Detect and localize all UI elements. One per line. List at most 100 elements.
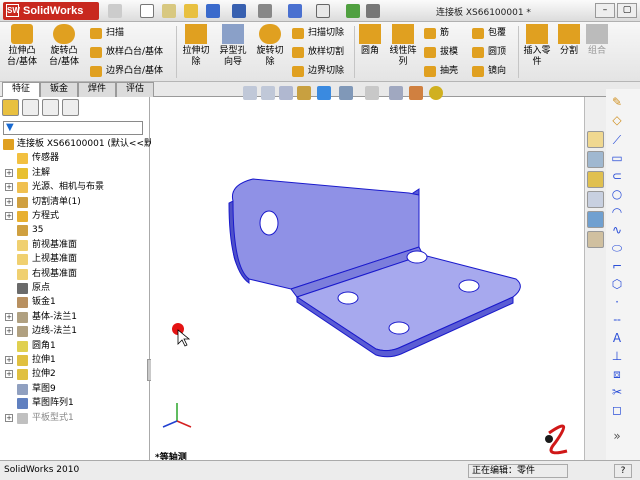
options-icon[interactable] (366, 4, 380, 18)
tree-item-label: 草图阵列1 (32, 398, 74, 409)
custom-properties-icon[interactable] (587, 231, 604, 248)
rib-button[interactable]: 筋 (424, 27, 449, 40)
slot-icon[interactable]: ⊂ (610, 169, 624, 183)
line-icon[interactable]: ⟋ (610, 133, 624, 147)
point-icon[interactable]: · (610, 295, 624, 309)
combine-button[interactable]: 组合 (584, 24, 610, 57)
offset-icon[interactable]: ⧈ (610, 367, 624, 381)
tab-sheet-metal[interactable]: 钣金 (40, 82, 78, 97)
boundary-boss-button[interactable]: 边界凸台/基体 (90, 65, 163, 78)
select-pointer-icon[interactable] (316, 4, 330, 18)
command-manager: 拉伸凸 台/基体 旋转凸 台/基体 扫描 放样凸台/基体 边界凸台/基体 拉伸切… (0, 22, 640, 82)
appearances-icon[interactable] (587, 211, 604, 228)
polygon-icon[interactable]: ⬡ (610, 277, 624, 291)
tree-item-label: 前视基准面 (32, 239, 78, 250)
printer-icon[interactable] (258, 4, 272, 18)
rebuild-icon[interactable] (346, 4, 360, 18)
resources-icon[interactable] (587, 131, 604, 148)
filter-input[interactable]: ▼ (3, 121, 143, 135)
expand-icon[interactable]: + (5, 168, 13, 177)
tab-evaluate[interactable]: 评估 (116, 82, 154, 97)
expand-icon[interactable]: + (5, 356, 13, 364)
extrude-cut-button[interactable]: 拉伸切 除 (178, 24, 214, 68)
tree-node-icon (17, 153, 28, 165)
loft-boss-button[interactable]: 放样凸台/基体 (90, 46, 163, 59)
tree-node-icon (17, 254, 28, 266)
tree-node-icon (17, 326, 28, 338)
tab-features[interactable]: 特征 (2, 82, 40, 98)
revolve-cut-button[interactable]: 旋转切 除 (252, 24, 288, 68)
revolve-boss-icon (53, 24, 75, 44)
new-document-icon[interactable] (140, 4, 154, 18)
sweep-icon (90, 28, 102, 39)
expand-icon[interactable]: + (5, 327, 13, 336)
linear-pattern-button[interactable]: 线性阵 列 (386, 24, 420, 68)
help-icon[interactable]: ? (614, 464, 632, 478)
maximize-button[interactable]: ▢ (617, 3, 637, 18)
configuration-manager-icon[interactable] (42, 99, 59, 116)
split-button[interactable]: 分割 (556, 24, 582, 57)
feature-tree-icon[interactable] (2, 99, 19, 116)
sweep-button[interactable]: 扫描 (90, 27, 124, 40)
more-tools-icon[interactable]: » (610, 429, 624, 443)
loft-icon (90, 47, 102, 58)
mirror-button[interactable]: 镜向 (472, 65, 506, 78)
centerline-icon[interactable]: ╌ (610, 313, 624, 327)
lofted-cut-button[interactable]: 放样切割 (292, 46, 344, 59)
rectangle-icon[interactable]: ▭ (610, 151, 624, 165)
fillet-sketch-icon[interactable]: ⌐ (610, 259, 624, 273)
solidworks-logo[interactable]: SW SolidWorks (3, 2, 99, 20)
bracket-part[interactable] (228, 178, 521, 358)
open-icon[interactable] (162, 4, 176, 18)
hole-wizard-button[interactable]: 异型孔 向导 (214, 24, 252, 68)
dome-icon (472, 47, 484, 58)
dimxpert-icon[interactable] (62, 99, 79, 116)
lofted-cut-icon (292, 47, 304, 58)
file-explorer-icon[interactable] (587, 171, 604, 188)
design-library-icon[interactable] (587, 151, 604, 168)
insert-part-button[interactable]: 插入零 件 (520, 24, 554, 68)
property-manager-icon[interactable] (22, 99, 39, 116)
shell-button[interactable]: 抽壳 (424, 65, 458, 78)
smart-dimension-icon[interactable]: ◇ (610, 113, 624, 127)
extrude-boss-button[interactable]: 拉伸凸 台/基体 (2, 24, 42, 68)
menu-arrow-icon[interactable] (108, 4, 122, 18)
folder-icon[interactable] (184, 4, 198, 18)
status-bar: SolidWorks 2010 正在编辑：零件 ? (0, 460, 640, 480)
graphics-area[interactable]: *等轴测 (151, 86, 581, 463)
text-icon[interactable]: A (610, 331, 624, 345)
boundary-cut-button[interactable]: 边界切除 (292, 65, 344, 78)
spline-icon[interactable]: ∿ (610, 223, 624, 237)
sketch-icon[interactable]: ✎ (610, 95, 624, 109)
revolve-boss-button[interactable]: 旋转凸 台/基体 (44, 24, 84, 68)
expand-icon[interactable]: + (5, 312, 13, 321)
tree-item-label: 切割清单(1) (32, 196, 81, 207)
arc-icon[interactable]: ◠ (610, 205, 624, 219)
undo-icon[interactable] (288, 4, 302, 18)
circle-icon[interactable]: ○ (610, 187, 624, 201)
expand-icon[interactable]: + (5, 183, 13, 192)
tree-item-label: 右视基准面 (32, 268, 78, 279)
part-model[interactable] (151, 97, 581, 460)
ellipse-icon[interactable]: ⬭ (610, 241, 624, 255)
trim-icon[interactable]: ✂ (610, 385, 624, 399)
draft-button[interactable]: 拔模 (424, 46, 458, 59)
expand-icon[interactable]: + (5, 197, 13, 206)
convert-icon[interactable]: ◻ (610, 403, 624, 417)
expand-icon[interactable]: + (5, 413, 13, 422)
view-palette-icon[interactable] (587, 191, 604, 208)
wrap-button[interactable]: 包覆 (472, 27, 506, 40)
tree-node-icon (3, 139, 14, 150)
mirror-entities-icon[interactable]: ⊥ (610, 349, 624, 363)
task-pane-tabs (584, 97, 606, 460)
expand-icon[interactable]: + (5, 370, 13, 379)
print-icon[interactable] (232, 4, 246, 18)
dome-button[interactable]: 圆顶 (472, 46, 506, 59)
fillet-button[interactable]: 圆角 (356, 24, 384, 57)
save-icon[interactable] (206, 4, 220, 18)
minimize-button[interactable]: – (595, 3, 615, 18)
swept-cut-button[interactable]: 扫描切除 (292, 27, 344, 40)
expand-icon[interactable]: + (5, 212, 13, 220)
fillet-icon (359, 24, 381, 44)
tab-weldments[interactable]: 焊件 (78, 82, 116, 97)
